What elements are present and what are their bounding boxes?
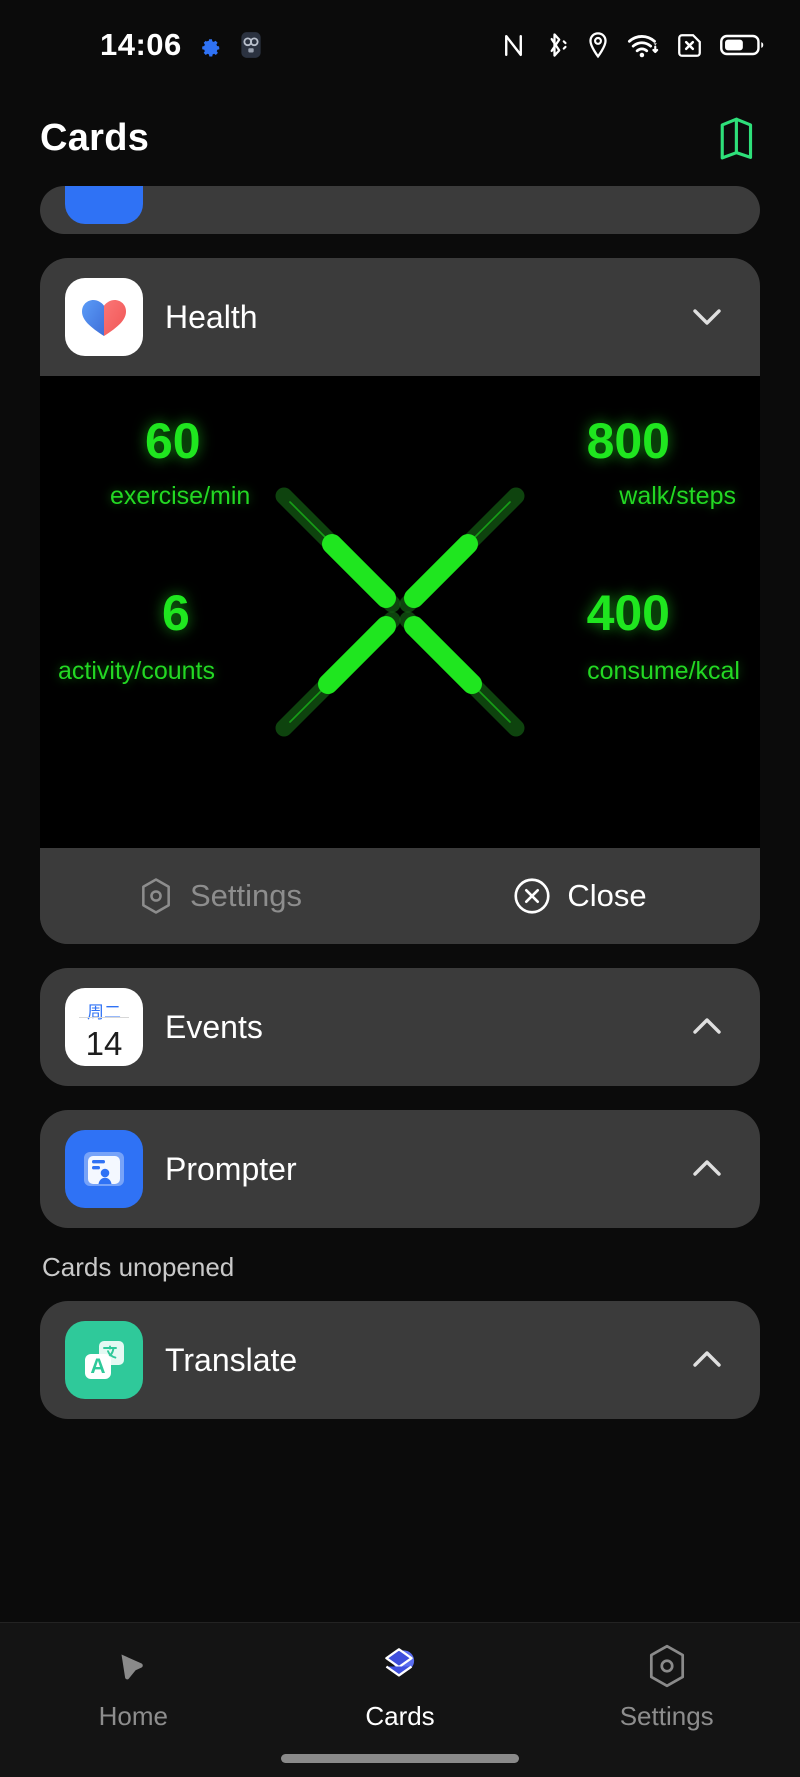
gear-icon <box>196 32 222 58</box>
chevron-up-icon[interactable] <box>686 1339 728 1381</box>
cards-list: Health 60 exercise/min 800 walk/steps 6 … <box>0 186 800 1419</box>
translate-letter: A <box>90 1355 105 1378</box>
battery-icon <box>720 32 764 58</box>
nfc-icon <box>501 32 526 59</box>
page-title: Cards <box>40 116 150 159</box>
card-health: Health 60 exercise/min 800 walk/steps 6 … <box>40 258 760 944</box>
metric-unit-activity: activity/counts <box>58 657 216 685</box>
chevron-up-icon[interactable] <box>686 1006 728 1048</box>
nav-item-settings[interactable]: Settings <box>533 1643 800 1732</box>
home-indicator[interactable] <box>281 1754 519 1763</box>
glasses-device-icon <box>236 30 266 60</box>
status-bar-right <box>501 31 764 59</box>
page-header: Cards <box>0 90 800 186</box>
location-icon <box>586 31 610 59</box>
calendar-divider <box>79 1017 129 1018</box>
section-label-unopened: Cards unopened <box>42 1252 235 1282</box>
card-events-header[interactable]: 周二 14 Events <box>40 968 760 1086</box>
prompter-card-icon <box>65 1130 143 1208</box>
close-button-label: Close <box>567 878 647 913</box>
card-events-label: Events <box>165 1008 263 1045</box>
close-circle-icon <box>513 877 551 915</box>
metric-unit-consume: consume/kcal <box>587 657 740 685</box>
settings-button-label: Settings <box>189 878 302 913</box>
chevron-up-icon[interactable] <box>686 1148 728 1190</box>
cards-stack-icon[interactable] <box>718 116 760 160</box>
nav-label-settings: Settings <box>619 1701 714 1731</box>
status-time: 14:06 <box>100 27 182 62</box>
card-prompter-label: Prompter <box>165 1150 297 1187</box>
close-button[interactable]: Close <box>400 877 760 915</box>
settings-button[interactable]: Settings <box>40 877 400 915</box>
home-pen-icon <box>110 1643 156 1689</box>
calendar-day: 14 <box>85 1024 123 1062</box>
nav-label-home: Home <box>98 1701 169 1731</box>
health-x-gauge <box>275 487 525 737</box>
hexagon-gear-icon <box>645 1643 689 1689</box>
metric-value-exercise: 60 <box>145 413 201 469</box>
card-translate-label: Translate <box>165 1341 298 1378</box>
health-metrics-panel: 60 exercise/min 800 walk/steps 6 activit… <box>40 376 760 848</box>
nav-item-home[interactable]: Home <box>0 1643 267 1732</box>
cards-layers-icon <box>377 1643 423 1689</box>
card-prompter-header[interactable]: Prompter <box>40 1110 760 1228</box>
card-health-header[interactable]: Health <box>40 258 760 376</box>
health-heart-icon <box>65 278 143 356</box>
chevron-down-icon[interactable] <box>686 296 728 338</box>
card-translate[interactable]: A Translate <box>40 1301 760 1419</box>
blue-app-icon <box>65 186 143 224</box>
card-translate-header[interactable]: A Translate <box>40 1301 760 1419</box>
status-bar: 14:06 <box>0 0 800 90</box>
health-card-actions: Settings Close <box>40 848 760 944</box>
nav-label-cards: Cards <box>365 1701 435 1731</box>
status-bar-left: 14:06 <box>0 27 266 63</box>
calendar-weekday: 周二 <box>87 1002 121 1023</box>
calendar-icon: 周二 14 <box>65 988 143 1066</box>
metric-value-consume: 400 <box>586 585 670 641</box>
metric-unit-exercise: exercise/min <box>110 482 251 510</box>
card-partial-top[interactable] <box>40 186 760 234</box>
card-prompter[interactable]: Prompter <box>40 1110 760 1228</box>
hexagon-gear-icon <box>138 877 174 915</box>
translate-icon: A <box>65 1321 143 1399</box>
wifi-icon <box>627 32 659 59</box>
bluetooth-icon <box>543 31 569 59</box>
bottom-navigation: Home Cards Settings <box>0 1622 800 1777</box>
metric-unit-walk: walk/steps <box>619 482 736 510</box>
metric-value-walk: 800 <box>586 413 670 469</box>
card-events[interactable]: 周二 14 Events <box>40 968 760 1086</box>
sim-disabled-icon <box>676 32 703 59</box>
metric-value-activity: 6 <box>162 585 190 641</box>
nav-item-cards[interactable]: Cards <box>267 1643 534 1732</box>
card-health-label: Health <box>165 298 258 335</box>
